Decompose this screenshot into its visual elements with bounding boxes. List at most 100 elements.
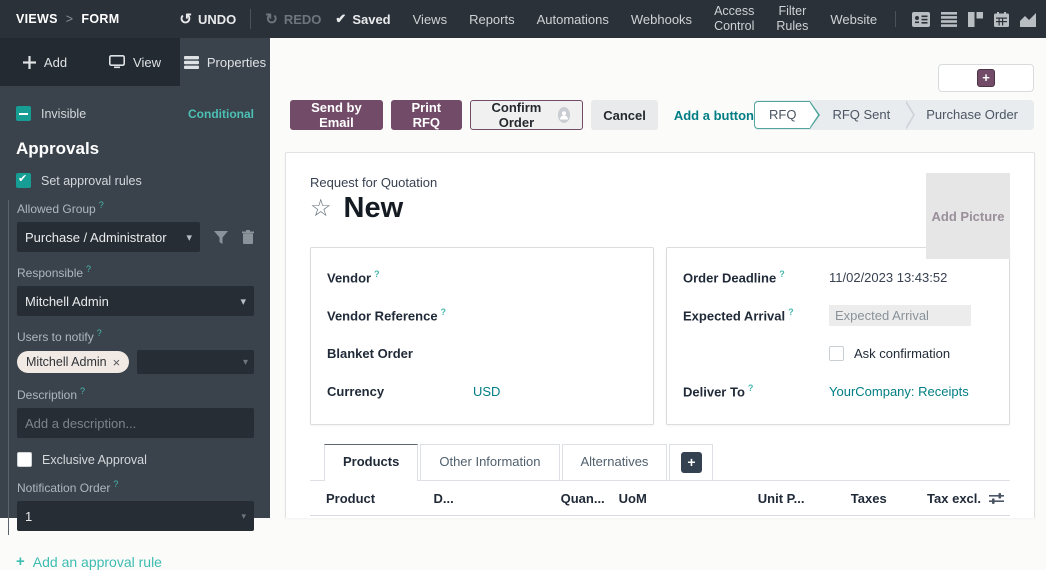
add-approval-rule-label: Add an approval rule — [33, 554, 162, 570]
notebook-tabs: Products Other Information Alternatives … — [310, 445, 1010, 481]
order-deadline-value[interactable]: 11/02/2023 13:43:52 — [829, 270, 947, 285]
tab-view[interactable]: View — [90, 38, 180, 86]
tag-close-icon[interactable]: × — [113, 355, 121, 370]
blanket-order-row[interactable]: Blanket Order — [327, 338, 637, 368]
set-approval-rules-row: ✔ Set approval rules — [16, 173, 254, 188]
nav-automations[interactable]: Automations — [537, 12, 609, 27]
tab-add[interactable]: Add — [0, 38, 90, 86]
column-unit-price[interactable]: Unit P... — [713, 491, 810, 506]
add-approval-rule-link[interactable]: + Add an approval rule — [16, 553, 254, 570]
nav-reports[interactable]: Reports — [469, 12, 515, 27]
field-group-left[interactable]: Vendor? Vendor Reference? Blanket Order … — [310, 247, 654, 425]
nav-views[interactable]: Views — [413, 12, 447, 27]
deliver-to-value[interactable]: YourCompany: Receipts — [829, 384, 969, 399]
status-step-rfq[interactable]: RFQ — [754, 101, 810, 129]
approvals-section-title: Approvals — [16, 139, 254, 159]
filter-domain-icon[interactable] — [214, 231, 228, 244]
form-view-icon[interactable] — [912, 12, 930, 27]
redo-label: REDO — [284, 12, 322, 27]
cancel-button[interactable]: Cancel — [591, 100, 658, 130]
breadcrumb: VIEWS > FORM — [16, 12, 119, 26]
invisible-checkbox[interactable] — [16, 106, 31, 121]
indeterminate-dash-icon — [19, 113, 28, 115]
help-icon: ? — [779, 269, 785, 279]
plus-icon: + — [681, 452, 702, 473]
field-group-right[interactable]: Order Deadline? 11/02/2023 13:43:52 Expe… — [666, 247, 1010, 425]
users-to-notify-input[interactable]: ▾ — [137, 350, 254, 374]
nav-access-control[interactable]: Access Control — [714, 4, 754, 34]
currency-row[interactable]: Currency USD — [327, 376, 637, 406]
invisible-row: Invisible Conditional — [16, 106, 254, 121]
description-label: Description? — [17, 386, 254, 402]
undo-icon: ↺ — [179, 10, 192, 28]
optional-columns-icon[interactable] — [989, 492, 1004, 505]
confirm-order-button[interactable]: Confirm Order — [470, 100, 583, 130]
favorite-star-icon[interactable]: ☆ — [310, 194, 332, 223]
responsible-select[interactable]: Mitchell Admin ▾ — [17, 286, 254, 316]
trash-icon[interactable] — [242, 230, 254, 244]
column-taxes[interactable]: Taxes — [810, 491, 927, 506]
doc-type-label: Request for Quotation — [310, 175, 1010, 190]
expected-arrival-label: Expected Arrival? — [683, 307, 829, 323]
help-icon: ? — [113, 479, 118, 489]
view-switcher-icons — [895, 11, 1046, 27]
approver-avatar-icon — [558, 107, 570, 123]
add-tab-button[interactable]: + — [669, 444, 713, 480]
breadcrumb-views[interactable]: VIEWS — [16, 12, 58, 26]
column-tax-excl[interactable]: Tax excl. — [927, 491, 981, 506]
tab-alternatives[interactable]: Alternatives — [562, 444, 668, 480]
notification-order-select[interactable]: 1 ▾ — [17, 501, 254, 531]
add-picture-placeholder[interactable]: Add Picture — [926, 173, 1010, 259]
smart-button-row: + — [270, 38, 1046, 92]
redo-button[interactable]: ↻ REDO — [265, 10, 321, 28]
tab-other-information[interactable]: Other Information — [420, 444, 559, 480]
calendar-view-icon[interactable] — [994, 12, 1009, 27]
graph-view-icon[interactable] — [1020, 12, 1036, 27]
add-smart-button[interactable]: + — [938, 64, 1034, 92]
breadcrumb-form[interactable]: FORM — [81, 12, 119, 26]
vendor-row[interactable]: Vendor? — [327, 262, 637, 292]
user-tag[interactable]: Mitchell Admin × — [17, 351, 129, 373]
tab-properties-label: Properties — [207, 55, 266, 70]
currency-value[interactable]: USD — [473, 384, 500, 399]
form-sheet: Request for Quotation ☆ New Add Picture … — [285, 152, 1035, 518]
ask-confirmation-row[interactable]: Ask confirmation — [683, 338, 993, 368]
order-deadline-row[interactable]: Order Deadline? 11/02/2023 13:43:52 — [683, 262, 993, 292]
ask-confirmation-checkbox[interactable] — [829, 346, 844, 361]
deliver-to-row[interactable]: Deliver To? YourCompany: Receipts — [683, 376, 993, 406]
allowed-group-select[interactable]: Purchase / Administrator ▾ — [17, 222, 200, 252]
help-icon: ? — [99, 200, 104, 210]
column-description[interactable]: D... — [433, 491, 520, 506]
status-step-purchase-order[interactable]: Purchase Order — [906, 101, 1034, 129]
expected-arrival-row[interactable]: Expected Arrival? Expected Arrival — [683, 300, 993, 330]
status-step-rfq-sent[interactable]: RFQ Sent — [810, 101, 906, 129]
nav-webhooks[interactable]: Webhooks — [631, 12, 692, 27]
print-rfq-button[interactable]: Print RFQ — [391, 100, 462, 130]
chevron-down-icon: ▾ — [240, 295, 246, 308]
column-product[interactable]: Product — [326, 491, 433, 506]
deliver-to-label: Deliver To? — [683, 383, 829, 399]
tab-properties[interactable]: Properties — [180, 38, 270, 86]
exclusive-approval-label: Exclusive Approval — [42, 453, 147, 467]
set-approval-rules-checkbox[interactable]: ✔ — [16, 173, 31, 188]
undo-button[interactable]: ↺ UNDO — [179, 10, 236, 28]
record-title[interactable]: New — [344, 192, 404, 225]
statusbar: RFQ RFQ Sent Purchase Order — [754, 100, 1034, 130]
tab-products[interactable]: Products — [324, 444, 418, 481]
invisible-conditional-link[interactable]: Conditional — [188, 107, 254, 121]
exclusive-approval-checkbox[interactable] — [17, 452, 32, 467]
set-approval-rules-label: Set approval rules — [41, 174, 142, 188]
properties-panel: Invisible Conditional Approvals ✔ Set ap… — [0, 86, 270, 570]
add-a-button-link[interactable]: Add a button — [674, 108, 754, 123]
description-input[interactable] — [17, 408, 254, 438]
column-uom[interactable]: UoM — [619, 491, 714, 506]
nav-website[interactable]: Website — [830, 12, 877, 27]
kanban-view-icon[interactable] — [968, 12, 983, 27]
send-by-email-button[interactable]: Send by Email — [290, 100, 383, 130]
column-quantity[interactable]: Quan... — [521, 491, 619, 506]
vendor-reference-row[interactable]: Vendor Reference? — [327, 300, 637, 330]
monitor-icon — [109, 55, 125, 69]
nav-filter-rules[interactable]: Filter Rules — [776, 4, 808, 34]
expected-arrival-input[interactable]: Expected Arrival — [829, 305, 971, 326]
list-view-icon[interactable] — [941, 12, 957, 27]
